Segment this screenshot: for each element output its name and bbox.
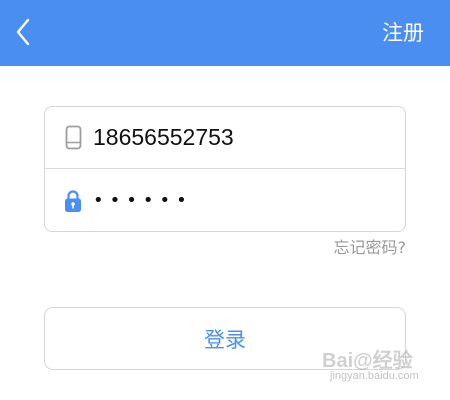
watermark-logo: Bai@经验	[322, 350, 413, 372]
login-form: ••••••	[44, 106, 406, 232]
login-screen: 注册 •••••• 忘记密码?	[0, 0, 450, 400]
lock-icon	[63, 188, 83, 214]
watermark: Bai@经验 jingyan.baidu.com	[322, 342, 432, 392]
phone-input[interactable]	[93, 124, 405, 151]
register-button[interactable]: 注册	[382, 18, 424, 48]
password-row: ••••••	[45, 170, 405, 232]
phone-row	[45, 107, 405, 169]
chevron-left-icon	[15, 18, 31, 50]
back-button[interactable]	[8, 17, 38, 51]
top-bar: 注册	[0, 0, 450, 66]
phone-icon	[63, 125, 83, 151]
password-input[interactable]: ••••••	[93, 192, 193, 210]
login-button-label: 登录	[204, 327, 246, 352]
forgot-password-link[interactable]: 忘记密码?	[334, 234, 407, 258]
watermark-url: jingyan.baidu.com	[330, 370, 419, 382]
